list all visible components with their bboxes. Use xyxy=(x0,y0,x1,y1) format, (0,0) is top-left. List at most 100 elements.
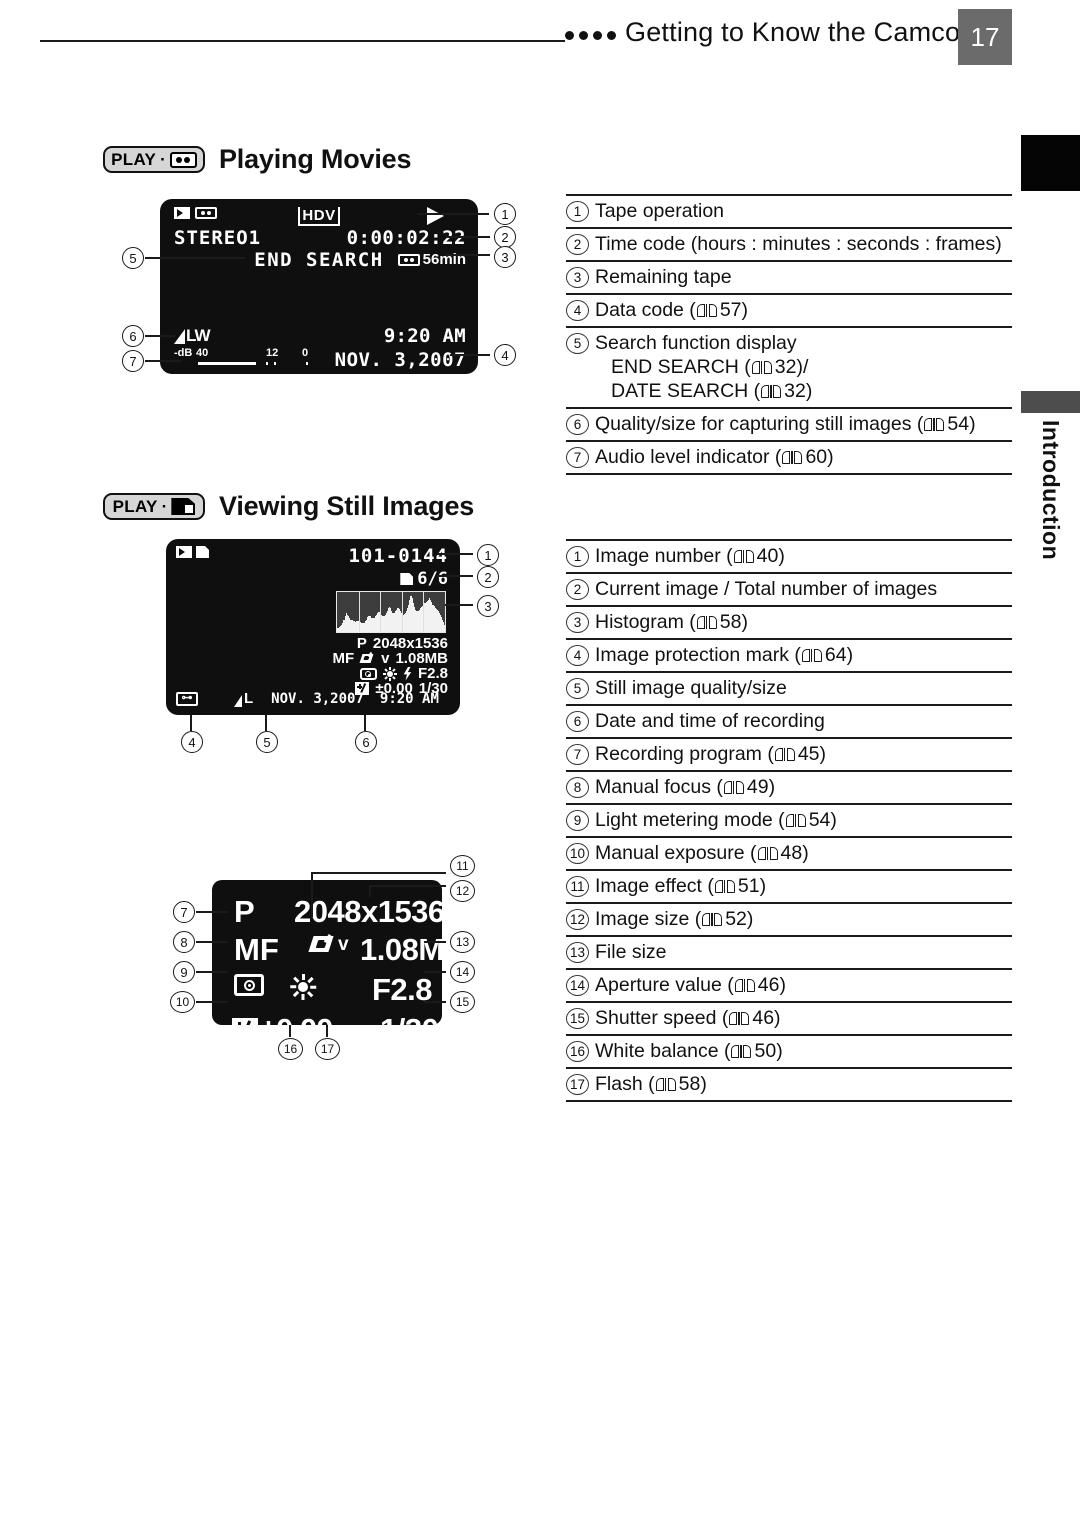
manual-focus-value: MF xyxy=(332,650,355,667)
exposure-value: ±0.00 xyxy=(260,1012,333,1025)
reflist-row: 4 Data code (57) xyxy=(566,293,1012,326)
book-page-icon xyxy=(733,549,754,564)
callout-5: 5 xyxy=(256,731,278,753)
recording-time-value: 9:20 AM xyxy=(383,325,466,347)
row-text: Time code (hours : minutes : seconds : f… xyxy=(595,233,1002,255)
page-ref: 48 xyxy=(780,842,803,864)
row-text: Image size (52) xyxy=(595,908,754,930)
callout-14: 14 xyxy=(450,961,475,983)
play-card-badge: PLAY · xyxy=(103,493,205,520)
row-number: 7 xyxy=(566,744,589,765)
reflist-row: 5 Search function display END SEARCH (32… xyxy=(566,326,1012,407)
book-page-icon xyxy=(734,978,755,993)
aperture-value: F2.8 xyxy=(372,972,433,1007)
callout-17: 17 xyxy=(315,1038,340,1060)
row-text: Manual focus (49) xyxy=(595,776,776,798)
row-number: 4 xyxy=(566,645,589,666)
recording-program-value: P xyxy=(356,635,367,652)
reflist-row: 7 Audio level indicator (60) xyxy=(566,440,1012,475)
row-text: White balance (50) xyxy=(595,1040,783,1062)
image-count-value: 6/6 xyxy=(417,569,448,589)
page-ref: 54 xyxy=(808,809,831,831)
row-number: 8 xyxy=(566,777,589,798)
image-size-value: 2048x1536 xyxy=(372,635,448,652)
page-ref: 32 xyxy=(784,380,806,402)
row-number: 6 xyxy=(566,711,589,732)
reflist-row: 2 Time code (hours : minutes : seconds :… xyxy=(566,227,1012,260)
info-line-program-size: P 2048x1536 xyxy=(332,636,448,651)
callout-7: 7 xyxy=(173,901,195,923)
row-tail: ) xyxy=(741,299,749,321)
callout-6: 6 xyxy=(355,731,377,753)
page-ref: 46 xyxy=(757,974,780,996)
book-page-icon xyxy=(757,846,778,861)
play-badge-text: PLAY xyxy=(112,497,158,516)
book-page-icon xyxy=(696,303,717,318)
book-page-icon xyxy=(801,648,822,663)
callout-3: 3 xyxy=(477,595,499,617)
page-ref: 45 xyxy=(797,743,820,765)
play-tape-badge: PLAY · xyxy=(103,146,205,173)
reflist-row: 3 Remaining tape xyxy=(566,260,1012,293)
reflist-row: 7 Recording program (45) xyxy=(566,737,1012,770)
callout-15: 15 xyxy=(450,991,475,1013)
page-ref: 40 xyxy=(756,545,779,567)
row-text: Date and time of recording xyxy=(595,710,825,732)
image-protection-key-icon: ⊶ xyxy=(176,691,198,706)
callout-16: 16 xyxy=(278,1038,303,1060)
play-triangle-icon xyxy=(427,207,444,225)
recording-date-value: NOV. 3,2007 xyxy=(334,349,466,371)
book-page-icon xyxy=(782,450,803,465)
histogram-gridline xyxy=(358,592,360,632)
quality-bar-icon xyxy=(174,329,185,344)
flash-icon xyxy=(403,666,412,681)
recording-program-value: P xyxy=(234,894,255,929)
histogram-bar xyxy=(443,624,445,632)
page-ref: 49 xyxy=(746,776,769,798)
book-page-icon xyxy=(702,912,723,927)
quality-size-value: LW xyxy=(186,326,210,345)
audio-level-bars xyxy=(174,360,344,367)
callout-3: 3 xyxy=(494,246,516,268)
callout-12: 12 xyxy=(450,880,475,902)
image-count-indicator: 6/6 xyxy=(400,569,448,589)
file-size-value: 1.08MB xyxy=(360,932,442,967)
info-line-focus-filesize: MF v 1.08MB xyxy=(332,651,448,666)
callout-2: 2 xyxy=(477,566,499,588)
row-text: Aperture value (46) xyxy=(595,974,786,996)
image-effect-value: v xyxy=(338,934,349,955)
row-number: 10 xyxy=(566,843,589,864)
row-text: Manual exposure (48) xyxy=(595,842,809,864)
reflist-row: 3 Histogram (58) xyxy=(566,605,1012,638)
row-text: Data code (57) xyxy=(595,298,1012,322)
audio-level-indicator: -dB 40 12 0 xyxy=(174,347,344,367)
callout-7: 7 xyxy=(122,350,144,372)
row-text: Light metering mode (54) xyxy=(595,809,837,831)
reflist-row: 11 Image effect (51) xyxy=(566,869,1012,902)
exposure-compensation-icon xyxy=(232,1018,258,1025)
audio-scale-12: 12 xyxy=(266,347,279,359)
playback-icon xyxy=(176,546,192,558)
play-badge-dot: · xyxy=(160,150,166,169)
book-page-icon xyxy=(761,384,782,399)
play-badge-dot: · xyxy=(161,497,168,516)
side-tab-label: Introduction xyxy=(1038,420,1064,561)
row-text: Histogram (58) xyxy=(595,611,748,633)
callout-10: 10 xyxy=(170,991,195,1013)
section-heading-playing-movies: PLAY · Playing Movies xyxy=(103,144,411,175)
row-text: Quality/size for capturing still images … xyxy=(595,412,1012,436)
audio-scale-db: -dB xyxy=(174,347,193,359)
row-tail: ) xyxy=(827,446,834,468)
aperture-value: F2.8 xyxy=(417,665,448,682)
row-number: 9 xyxy=(566,810,589,831)
row-text: Image protection mark (64) xyxy=(595,644,854,666)
reflist-row: 10 Manual exposure (48) xyxy=(566,836,1012,869)
row-number: 11 xyxy=(566,876,589,897)
reflist-row: 14 Aperture value (46) xyxy=(566,968,1012,1001)
page-header: Getting to Know the Camcorder 17 xyxy=(0,0,1080,72)
row-number: 4 xyxy=(566,300,589,321)
row-number: 5 xyxy=(566,678,589,699)
reflist-row: 12 Image size (52) xyxy=(566,902,1012,935)
callout-2: 2 xyxy=(494,226,516,248)
row-text: Search function display END SEARCH (32)/… xyxy=(595,331,1012,403)
